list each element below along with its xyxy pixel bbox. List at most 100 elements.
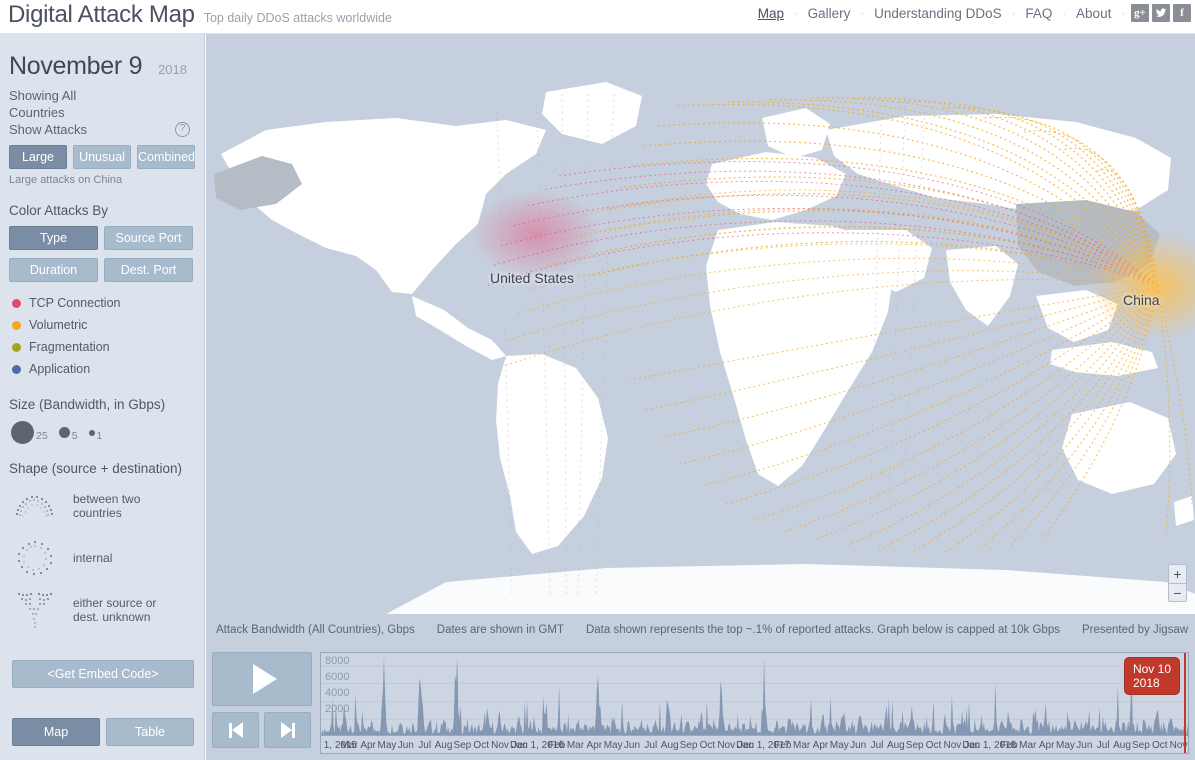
nav-item-faq[interactable]: FAQ [1015,6,1062,21]
size-legend-title: Size (Bandwidth, in Gbps) [9,397,166,412]
nav-separator: · [1121,7,1125,20]
nav-item-about[interactable]: About [1066,6,1121,21]
size-legend: 25 5 1 [9,421,195,444]
filter-button-large[interactable]: Large [9,145,67,169]
nav-item-gallery[interactable]: Gallery [798,6,861,21]
size-circle-1 [88,429,95,436]
play-icon [253,664,277,694]
digital-attack-map-app: Digital Attack Map Top daily DDoS attack… [0,0,1195,760]
x-tick-label: Oct [699,740,716,751]
x-tick-label: May [603,740,623,751]
attack-bandwidth-chart[interactable]: 8000 6000 4000 2000 Feb 1, 2015MarAprMay… [320,652,1189,754]
x-tick-label: May [377,740,397,751]
color-button-source-port[interactable]: Source Port [104,226,193,250]
twitter-icon[interactable] [1152,4,1170,22]
shape-label-line1: either source or [73,596,157,610]
x-tick-label: Jul [418,740,432,751]
google-plus-icon[interactable]: g+ [1131,4,1149,22]
color-attacks-by-title: Color Attacks By [9,203,109,218]
color-button-dest-port[interactable]: Dest. Port [104,258,193,282]
y-tick-4000: 4000 [325,687,350,699]
caption-credit: Presented by Jigsaw [1081,624,1189,636]
map-caption-bar: Attack Bandwidth (All Countries), Gbps D… [206,614,1195,646]
x-tick-label: Jul [1096,740,1110,751]
social-links: g+ f [1131,4,1191,22]
caption-bandwidth: Attack Bandwidth (All Countries), Gbps [216,624,415,636]
legend-dot-icon [12,298,21,308]
x-tick-label: Mar [792,740,811,751]
caption-data-note: Data shown represents the top ~.1% of re… [585,624,1060,636]
legend-item-application: Application [9,358,195,380]
page-title: Digital Attack Map [8,1,195,28]
x-tick-label: Feb [774,740,792,751]
filter-button-combined[interactable]: Combined [137,145,195,169]
x-tick-label: Nov [491,740,509,751]
timeline-playhead[interactable] [1184,653,1186,753]
get-embed-code-button[interactable]: <Get Embed Code> [12,660,194,688]
shape-label-line2: dest. unknown [73,610,151,624]
color-buttons-row-2: Duration Dest. Port [9,258,195,282]
x-tick-label: Apr [586,740,603,751]
legend-label: Application [29,362,91,376]
facebook-icon[interactable]: f [1173,4,1191,22]
size-label-5: 5 [71,430,78,442]
zoom-out-button[interactable]: − [1169,583,1186,601]
x-tick-label: Sep [453,740,472,751]
x-tick-label: Sep [679,740,698,751]
circle-internal-icon [17,540,53,576]
view-button-table[interactable]: Table [106,718,194,746]
x-tick-label: Oct [925,740,942,751]
tooltip-date-line2: 2018 [1132,676,1160,690]
shape-label-unknown: either source or dest. unknown [73,596,156,624]
help-icon[interactable]: ? [175,122,190,137]
step-forward-button[interactable] [264,712,311,748]
shape-legend-internal: internal [9,536,195,580]
sidebar: November 9 2018 Showing All Countries Sh… [0,34,205,760]
x-tick-label: Aug [1113,740,1131,751]
size-label-25: 25 [36,430,48,442]
x-tick-label: Aug [886,740,905,751]
x-tick-label: Feb [1000,740,1018,751]
play-button[interactable] [212,652,312,706]
step-backward-button[interactable] [212,712,259,748]
filter-button-unusual[interactable]: Unusual [73,145,131,169]
page-header: Digital Attack Map Top daily DDoS attack… [0,0,1195,33]
x-tick-label: Jun [623,740,641,751]
shape-legend-between-countries: between two countries [9,484,195,528]
shape-label-between-countries: between two countries [73,492,140,520]
map-zoom-controls: + − [1168,564,1187,602]
x-tick-label: Nov [717,740,736,751]
size-circle-25 [11,421,34,444]
x-tick-label: Jul [644,740,658,751]
size-circle-5 [58,427,70,438]
x-tick-label: Aug [660,740,679,751]
nav-item-understanding-ddos[interactable]: Understanding DDoS [864,6,1012,21]
world-map[interactable]: United States China + − [206,34,1195,614]
page-tagline: Top daily DDoS attacks worldwide [203,11,392,25]
show-attacks-label: Show Attacks [9,122,88,137]
zoom-in-button[interactable]: + [1169,565,1186,583]
x-tick-label: Mar [566,740,585,751]
color-button-duration[interactable]: Duration [9,258,98,282]
x-tick-label: Sep [1131,740,1150,751]
shape-label-line1: between two [73,492,141,506]
shape-label-line2: countries [73,506,122,520]
step-buttons [212,712,314,748]
view-button-map[interactable]: Map [12,718,100,746]
main-nav: Map · Gallery · Understanding DDoS · FAQ… [748,6,1125,21]
country-label-china: China [1123,292,1160,308]
x-tick-label: Jun [850,740,867,751]
color-buttons-row-1: Type Source Port [9,226,195,250]
caption-gmt: Dates are shown in GMT [436,624,564,636]
legend-label: TCP Connection [29,296,121,310]
shape-legend-unknown: either source or dest. unknown [9,588,195,632]
nav-item-map[interactable]: Map [748,6,794,21]
legend-item-tcp-connection: TCP Connection [9,292,195,314]
fan-unknown-icon [17,592,53,628]
current-date: November 9 2018 [9,34,195,81]
x-tick-label: Jun [1076,740,1093,751]
shape-label-internal: internal [73,551,112,565]
color-button-type[interactable]: Type [9,226,98,250]
x-tick-label: Sep [905,740,924,751]
x-tick-label: May [1056,740,1075,751]
